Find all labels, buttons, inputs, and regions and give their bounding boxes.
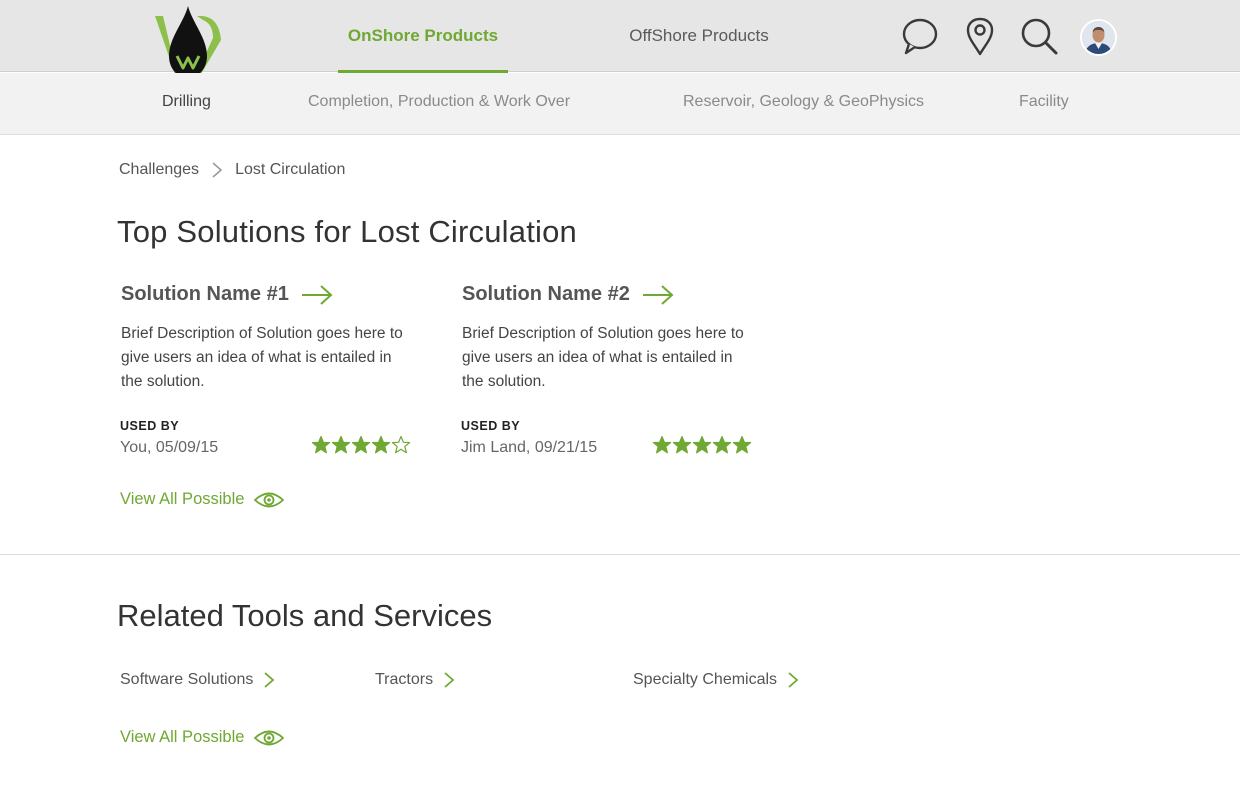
solution-title: Solution Name #1 [121,283,289,305]
used-by-value: Jim Land, 09/21/15 [461,439,598,456]
used-by-label: USED BY [461,419,521,433]
chevron-right-icon [787,671,799,689]
used-by-value: You, 05/09/15 [120,439,219,456]
top-navigation-bar: OnShore Products OffShore Products [0,0,1240,78]
star-filled-icon [712,435,732,455]
related-item-label: Tractors [375,671,434,688]
used-by-label: USED BY [120,419,180,433]
star-filled-icon [331,435,351,455]
star-filled-icon [692,435,712,455]
chevron-right-icon [443,671,455,689]
star-rating [311,435,411,455]
breadcrumb-lost-circulation: Lost Circulation [235,161,346,178]
solution-card: Solution Name #2 Brief Description of So… [461,283,762,456]
chevron-right-icon [263,671,275,689]
subnav-item-completion[interactable]: Completion, Production & Work Over [308,93,570,111]
related-item-tractors[interactable]: Tractors [375,671,455,689]
solution-title-link[interactable]: Solution Name #1 [121,283,421,306]
view-all-label: View All Possible [120,490,245,508]
user-avatar[interactable] [1080,19,1117,56]
related-item-label: Specialty Chemicals [633,671,778,688]
breadcrumb: Challenges Lost Circulation [119,161,345,179]
view-all-solutions-link[interactable]: View All Possible [120,490,285,509]
tab-offshore-products[interactable]: OffShore Products [614,0,784,72]
arrow-right-icon [642,284,674,305]
breadcrumb-challenges[interactable]: Challenges [119,161,199,179]
section-divider [0,554,1240,555]
map-pin-icon[interactable] [960,16,1000,56]
star-filled-icon [351,435,371,455]
category-subnav: Drilling Completion, Production & Work O… [0,73,1240,135]
star-filled-icon [672,435,692,455]
search-icon[interactable] [1019,16,1059,56]
solution-title: Solution Name #2 [462,283,630,305]
solution-title-link[interactable]: Solution Name #2 [462,283,762,306]
page-title: Top Solutions for Lost Circulation [117,214,577,249]
solution-description: Brief Description of Solution goes here … [462,325,744,390]
tab-onshore-products[interactable]: OnShore Products [338,0,508,73]
related-section-title: Related Tools and Services [117,598,493,633]
subnav-item-reservoir[interactable]: Reservoir, Geology & GeoPhysics [683,93,924,111]
star-empty-icon [391,435,411,455]
subnav-item-facility[interactable]: Facility [1019,93,1069,111]
related-item-software-solutions[interactable]: Software Solutions [120,671,275,689]
star-filled-icon [652,435,672,455]
star-rating [652,435,752,455]
solution-description: Brief Description of Solution goes here … [121,325,403,390]
eye-icon [254,491,285,509]
subnav-item-drilling[interactable]: Drilling [162,93,211,111]
arrow-right-icon [301,284,333,305]
view-all-related-link[interactable]: View All Possible [120,728,285,747]
related-item-specialty-chemicals[interactable]: Specialty Chemicals [633,671,799,689]
brand-logo[interactable] [153,4,223,80]
star-filled-icon [371,435,391,455]
star-filled-icon [732,435,752,455]
related-item-label: Software Solutions [120,671,254,688]
chat-icon[interactable] [900,16,940,56]
view-all-label: View All Possible [120,728,245,746]
solution-card: Solution Name #1 Brief Description of So… [120,283,421,456]
eye-icon [254,729,285,747]
star-filled-icon [311,435,331,455]
chevron-right-icon [211,161,223,179]
